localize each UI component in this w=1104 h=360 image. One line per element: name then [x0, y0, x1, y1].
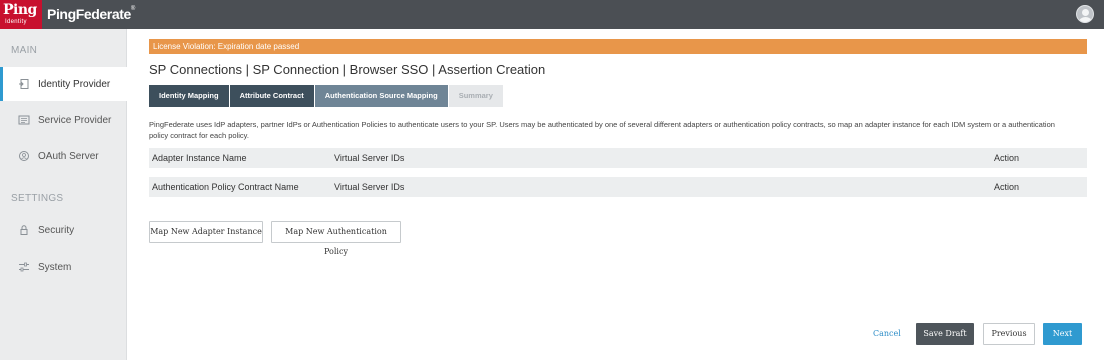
sidebar-item-label: Identity Provider — [38, 78, 111, 90]
sliders-icon — [18, 261, 30, 273]
sidebar-item-system[interactable]: System — [0, 250, 127, 284]
sidebar-item-label: Service Provider — [38, 114, 112, 126]
column-virtual-server-ids: Virtual Server IDs — [334, 153, 405, 163]
next-button[interactable]: Next — [1043, 323, 1082, 345]
previous-button[interactable]: Previous — [983, 323, 1035, 345]
column-policy-contract-name: Authentication Policy Contract Name — [152, 182, 299, 192]
column-virtual-server-ids: Virtual Server IDs — [334, 182, 405, 192]
trademark-symbol: ® — [130, 6, 135, 12]
logo-text: Ping — [3, 2, 37, 18]
logo-subtext: Identity — [5, 19, 27, 25]
sidebar-item-service-provider[interactable]: Service Provider — [0, 103, 127, 137]
page-description: PingFederate uses IdP adapters, partner … — [149, 120, 1055, 140]
adapter-table-header: Adapter Instance Name Virtual Server IDs… — [149, 148, 1087, 168]
sidebar-section-settings: SETTINGS — [11, 193, 64, 204]
tab-summary: Summary — [448, 85, 503, 107]
service-provider-icon — [18, 114, 30, 126]
product-name-text: PingFederate — [47, 6, 131, 22]
sidebar-item-label: System — [38, 261, 72, 273]
ping-logo[interactable]: Ping Identity — [0, 0, 42, 29]
user-circle-icon[interactable] — [1076, 5, 1094, 23]
save-draft-button[interactable]: Save Draft — [916, 323, 974, 345]
sidebar-item-label: OAuth Server — [38, 150, 99, 162]
cancel-link[interactable]: Cancel — [873, 329, 901, 338]
column-action: Action — [994, 182, 1020, 192]
column-adapter-instance-name: Adapter Instance Name — [152, 153, 247, 163]
license-warning-banner: License Violation: Expiration date passe… — [149, 39, 1087, 54]
sidebar-item-security[interactable]: Security — [0, 213, 127, 247]
main-content: License Violation: Expiration date passe… — [149, 29, 1087, 360]
sidebar-item-oauth-server[interactable]: OAuth Server — [0, 139, 127, 173]
product-name: PingFederate® — [47, 6, 135, 22]
map-new-authentication-policy-button[interactable]: Map New Authentication Policy — [271, 221, 401, 256]
map-new-adapter-instance-button[interactable]: Map New Adapter Instance — [149, 221, 263, 243]
sidebar-item-identity-provider[interactable]: Identity Provider — [0, 67, 139, 101]
top-bar: Ping Identity PingFederate® — [0, 0, 1104, 29]
policy-table-header: Authentication Policy Contract Name Virt… — [149, 177, 1087, 197]
page-title: SP Connections | SP Connection | Browser… — [149, 62, 546, 77]
wizard-tabs: Identity Mapping Attribute Contract Auth… — [149, 85, 504, 107]
identity-provider-icon — [18, 78, 30, 90]
oauth-server-icon — [18, 150, 30, 162]
lock-icon — [18, 224, 30, 236]
sidebar-section-main: MAIN — [11, 45, 38, 56]
tab-identity-mapping[interactable]: Identity Mapping — [149, 85, 229, 107]
column-action: Action — [994, 153, 1020, 163]
tab-authentication-source-mapping[interactable]: Authentication Source Mapping — [314, 85, 448, 107]
sidebar: MAIN Identity Provider Service Provider … — [0, 29, 139, 360]
sidebar-item-label: Security — [38, 224, 75, 236]
tab-attribute-contract[interactable]: Attribute Contract — [229, 85, 314, 107]
